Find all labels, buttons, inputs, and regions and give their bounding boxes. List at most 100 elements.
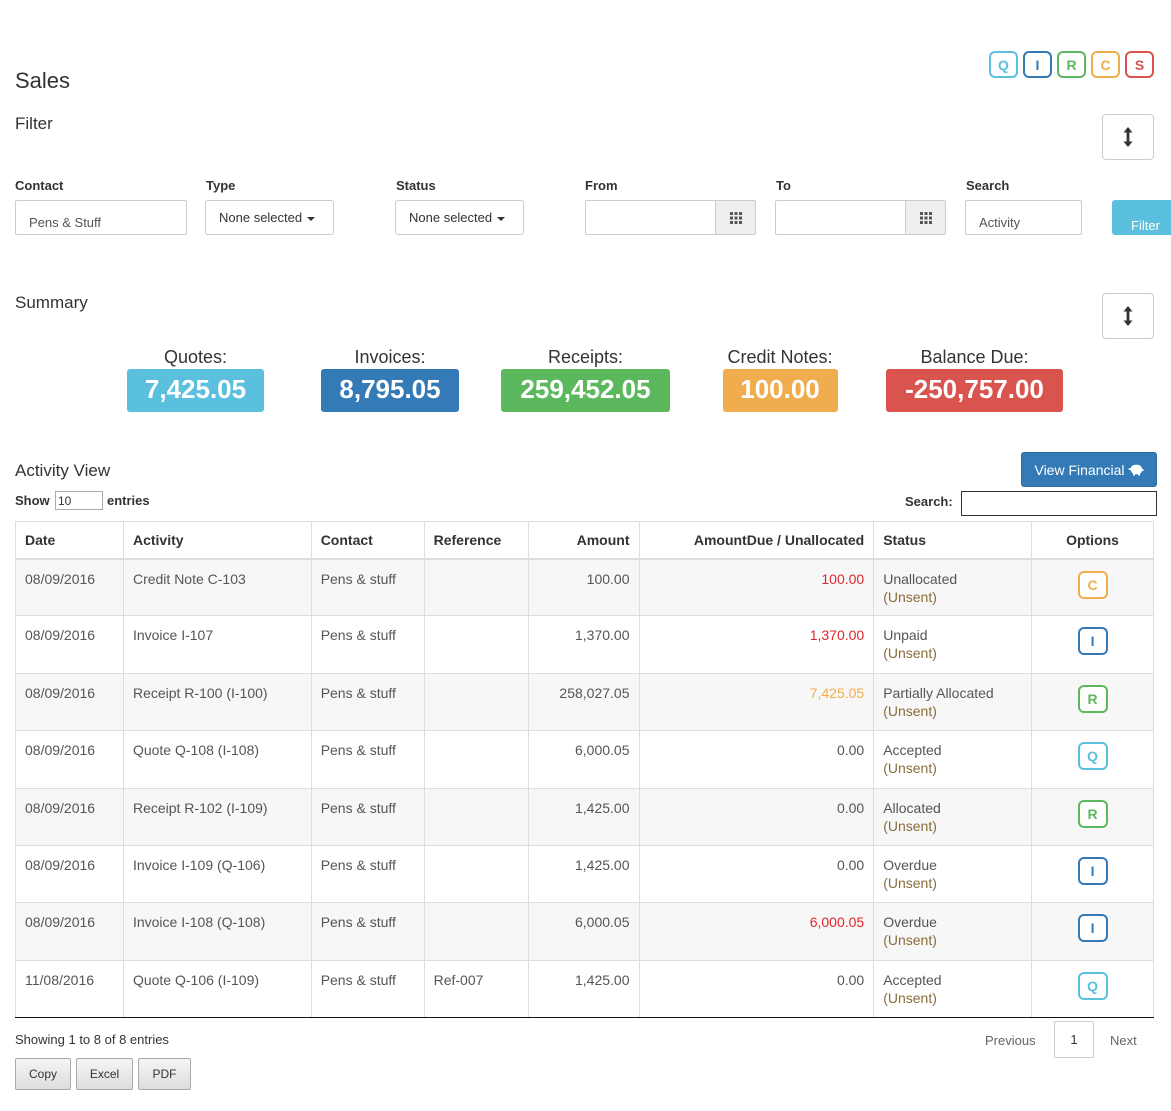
- table-row: 08/09/2016 Credit Note C-103 Pens & stuff 1…: [15, 557, 1154, 616]
- pagination-next[interactable]: Next: [1110, 1033, 1137, 1048]
- calendar-icon[interactable]: [715, 200, 756, 235]
- option-badge[interactable]: I: [1077, 856, 1108, 885]
- cell-contact: Pens & stuff: [311, 557, 425, 616]
- vertical-resize-icon: [1123, 306, 1133, 326]
- cell-amount: 1,425.00: [528, 787, 640, 846]
- col-contact[interactable]: Contact: [311, 521, 425, 560]
- caret-down-icon: [497, 216, 506, 221]
- to-label: To: [776, 178, 791, 193]
- option-badge[interactable]: R: [1077, 799, 1108, 828]
- cell-amount: 100.00: [528, 557, 640, 616]
- cell-activity: Quote Q-106 (I-109): [123, 959, 312, 1019]
- col-amount-due[interactable]: AmountDue / Unallocated: [639, 521, 875, 560]
- status-sent-state: (Unsent): [883, 989, 937, 1006]
- cell-activity: Invoice I-108 (Q-108): [123, 902, 312, 961]
- receipt-badge[interactable]: R: [1057, 51, 1086, 78]
- contact-label: Contact: [15, 178, 64, 193]
- cell-amount-due: 7,425.05: [639, 672, 875, 731]
- col-reference[interactable]: Reference: [424, 521, 529, 560]
- activity-search-input[interactable]: Activity: [965, 200, 1082, 235]
- cell-reference: [424, 615, 529, 674]
- cell-status: Allocated (Unsent): [873, 787, 1033, 846]
- status-sent-state: (Unsent): [883, 817, 937, 834]
- invoice-badge[interactable]: I: [1023, 51, 1052, 78]
- summary-label: Quotes:: [163, 347, 228, 367]
- summary-toggle-button[interactable]: [1102, 293, 1154, 339]
- contact-input[interactable]: Pens & Stuff: [15, 200, 187, 235]
- cell-status: Overdue (Unsent): [873, 844, 1033, 903]
- table-row: 08/09/2016 Receipt R-102 (I-109) Pens & st…: [15, 787, 1154, 846]
- table-header-row: Date Activity Contact Reference Amount A…: [15, 521, 1154, 560]
- status-text: Allocated: [883, 799, 941, 816]
- from-date-input[interactable]: [585, 200, 715, 235]
- cell-contact: Pens & stuff: [311, 959, 425, 1019]
- summary-value: -250,757.00: [886, 369, 1063, 412]
- summary-invoices: Invoices: 8,795.05: [321, 347, 459, 412]
- summary-credit-notes: Credit Notes: 100.00: [712, 347, 848, 412]
- option-badge[interactable]: Q: [1077, 742, 1108, 771]
- status-sent-state: (Unsent): [883, 760, 937, 777]
- from-date-group: [585, 200, 756, 235]
- pagination-page[interactable]: 1: [1054, 1021, 1094, 1058]
- cell-status: Unallocated (Unsent): [873, 557, 1033, 616]
- option-badge[interactable]: Q: [1077, 971, 1108, 1000]
- cell-amount-due: 0.00: [639, 959, 875, 1019]
- col-status[interactable]: Status: [873, 521, 1033, 560]
- col-activity[interactable]: Activity: [123, 521, 312, 560]
- col-date[interactable]: Date: [15, 521, 124, 560]
- cell-status: Accepted (Unsent): [873, 959, 1033, 1019]
- excel-button[interactable]: Excel: [76, 1058, 133, 1090]
- search-label: Search: [966, 178, 1010, 193]
- option-badge[interactable]: C: [1077, 570, 1108, 599]
- cell-options: Q: [1031, 730, 1154, 789]
- col-amount[interactable]: Amount: [528, 521, 640, 560]
- type-select[interactable]: None selected: [205, 200, 334, 235]
- cell-amount: 1,425.00: [528, 844, 640, 903]
- filter-toggle-button[interactable]: [1102, 114, 1154, 160]
- to-date-input[interactable]: [775, 200, 905, 235]
- pdf-button[interactable]: PDF: [138, 1058, 191, 1090]
- cell-amount-due: 100.00: [639, 557, 875, 616]
- cell-date: 08/09/2016: [15, 557, 124, 616]
- pagination-previous[interactable]: Previous: [985, 1033, 1036, 1048]
- cell-activity: Credit Note C-103: [123, 557, 312, 616]
- entries-label: entries: [107, 493, 150, 508]
- status-text: Partially Allocated: [883, 684, 994, 701]
- table-row: 11/08/2016 Quote Q-106 (I-109) Pens & stuf…: [15, 959, 1154, 1019]
- status-select-value: None selected: [409, 210, 493, 225]
- statement-badge[interactable]: S: [1125, 51, 1154, 78]
- table-search-input[interactable]: [961, 491, 1157, 516]
- summary-label: Credit Notes:: [727, 347, 833, 367]
- status-text: Unallocated: [883, 570, 958, 587]
- status-select[interactable]: None selected: [395, 200, 524, 235]
- cell-date: 08/09/2016: [15, 615, 124, 674]
- cell-amount: 1,370.00: [528, 615, 640, 674]
- status-sent-state: (Unsent): [883, 645, 937, 662]
- cell-activity: Invoice I-107: [123, 615, 312, 674]
- cell-options: R: [1031, 787, 1154, 846]
- page-title: Sales: [15, 68, 71, 93]
- copy-button[interactable]: Copy: [15, 1058, 71, 1090]
- calendar-icon[interactable]: [905, 200, 946, 235]
- type-select-value: None selected: [219, 210, 303, 225]
- summary-label: Balance Due:: [920, 347, 1029, 367]
- status-text: Accepted: [883, 742, 942, 759]
- summary-quotes: Quotes: 7,425.05: [127, 347, 264, 412]
- cell-date: 08/09/2016: [15, 787, 124, 846]
- quote-badge[interactable]: Q: [989, 51, 1018, 78]
- cell-status: Partially Allocated (Unsent): [873, 672, 1033, 731]
- option-badge[interactable]: I: [1077, 914, 1108, 943]
- status-text: Overdue: [883, 914, 937, 931]
- filter-button[interactable]: Filter: [1112, 200, 1171, 235]
- cell-date: 11/08/2016: [15, 959, 124, 1019]
- type-badges: Q I R C S: [989, 51, 1154, 78]
- option-badge[interactable]: I: [1077, 627, 1108, 656]
- cell-amount-due: 6,000.05: [639, 902, 875, 961]
- view-financial-button[interactable]: View Financial: [1021, 452, 1157, 487]
- table-row: 08/09/2016 Invoice I-109 (Q-106) Pens & st…: [15, 844, 1154, 903]
- option-badge[interactable]: R: [1077, 684, 1108, 713]
- credit-note-badge[interactable]: C: [1091, 51, 1120, 78]
- vertical-resize-icon: [1123, 127, 1133, 147]
- page-length-select[interactable]: 10: [55, 491, 103, 510]
- cell-amount: 1,425.00: [528, 959, 640, 1019]
